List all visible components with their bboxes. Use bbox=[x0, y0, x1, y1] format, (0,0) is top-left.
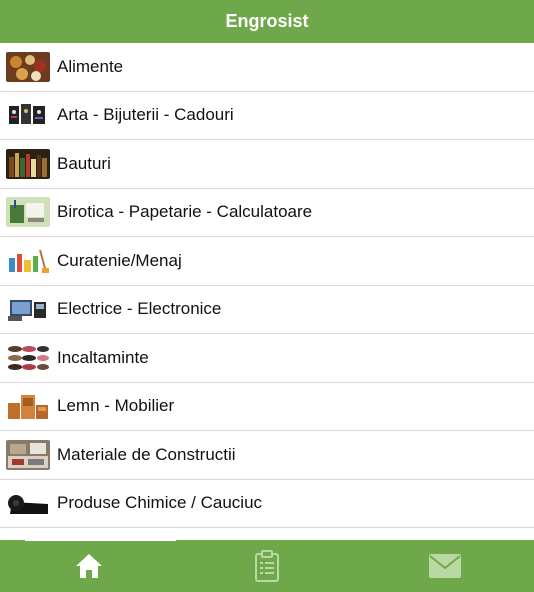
list-item[interactable]: Birotica - Papetarie - Calculatoare bbox=[0, 188, 534, 237]
clipboard-icon bbox=[255, 550, 279, 582]
envelope-icon bbox=[429, 554, 461, 578]
tab-home[interactable] bbox=[0, 538, 178, 592]
tab-orders[interactable] bbox=[178, 540, 356, 592]
home-icon bbox=[76, 554, 102, 578]
list-item-label: Bauturi bbox=[57, 153, 111, 173]
list-item-label: Materiale de Constructii bbox=[57, 444, 236, 464]
furniture-image bbox=[6, 391, 50, 422]
construction-image bbox=[6, 439, 50, 470]
electronics-image bbox=[6, 294, 50, 325]
list-item[interactable]: Produse Chimice / Cauciuc bbox=[0, 479, 534, 528]
page-title: Engrosist bbox=[225, 11, 309, 31]
list-item-label: Arta - Bijuterii - Cadouri bbox=[57, 105, 234, 125]
list-item-label: Birotica - Papetarie - Calculatoare bbox=[57, 202, 313, 222]
list-item[interactable]: Alimente bbox=[0, 43, 534, 92]
rubber-image bbox=[6, 488, 50, 519]
list-item-label: Alimente bbox=[57, 56, 124, 76]
shoes-image bbox=[6, 342, 50, 373]
list-item[interactable]: Curatenie/Menaj bbox=[0, 237, 534, 286]
list-item-label: Incaltaminte bbox=[57, 347, 149, 367]
list-item[interactable]: Electrice - Electronice bbox=[0, 285, 534, 334]
tab-messages[interactable] bbox=[356, 540, 534, 592]
list-item-label: Lemn - Mobilier bbox=[57, 396, 175, 416]
list-item-label: Produse Chimice / Cauciuc bbox=[57, 493, 263, 513]
bottom-tab-bar bbox=[0, 538, 534, 592]
drinks-image bbox=[6, 148, 50, 179]
list-item[interactable]: Incaltaminte bbox=[0, 334, 534, 383]
category-list: Alimente Arta - Bijuterii - Cadouri Baut… bbox=[0, 43, 534, 528]
office-supplies-image bbox=[6, 197, 50, 228]
food-image bbox=[6, 51, 50, 82]
list-item[interactable]: Lemn - Mobilier bbox=[0, 382, 534, 431]
list-item[interactable]: Materiale de Constructii bbox=[0, 431, 534, 480]
jewelry-image bbox=[6, 100, 50, 131]
list-item-label: Curatenie/Menaj bbox=[57, 250, 182, 270]
list-item[interactable]: Arta - Bijuterii - Cadouri bbox=[0, 91, 534, 140]
app-header: Engrosist bbox=[0, 0, 534, 43]
list-item[interactable]: Bauturi bbox=[0, 140, 534, 189]
cleaning-image bbox=[6, 245, 50, 276]
list-item-label: Electrice - Electronice bbox=[57, 299, 222, 319]
